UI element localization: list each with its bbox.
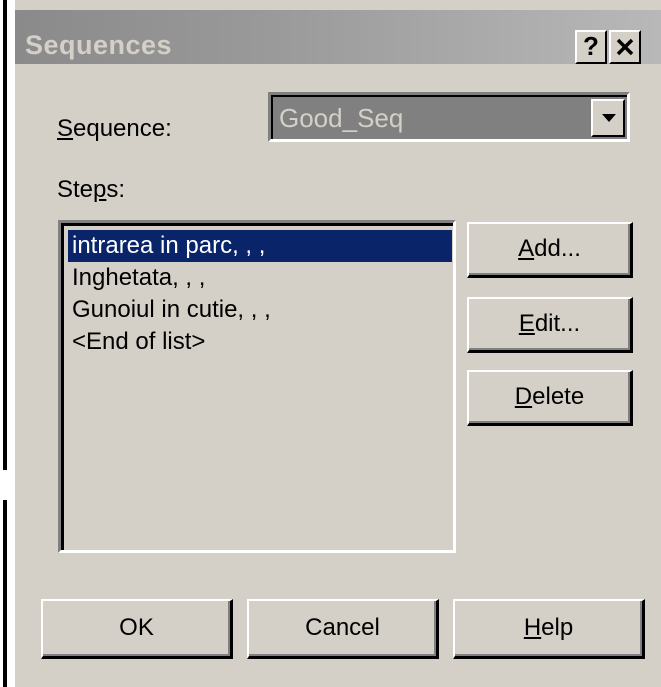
help-button[interactable]: Help [453, 599, 645, 659]
close-icon [616, 38, 634, 56]
add-button[interactable]: Add... [467, 222, 633, 278]
background-window-edge [0, 0, 13, 687]
sequence-dropdown-value: Good_Seq [279, 103, 404, 133]
background-window-border [3, 0, 7, 687]
list-item[interactable]: intrarea in parc, , , [68, 230, 452, 262]
dropdown-arrow-button[interactable] [591, 99, 625, 137]
ok-button[interactable]: OK [41, 599, 233, 659]
window-title: Sequences [25, 30, 173, 60]
close-button[interactable] [609, 30, 641, 64]
background-window-gap [0, 470, 13, 500]
list-item[interactable]: Inghetata, , , [68, 262, 205, 294]
edit-button[interactable]: Edit... [467, 297, 633, 353]
help-question-button[interactable]: ? [575, 30, 607, 64]
sequences-dialog: Sequences ? Sequence: Good_Seq Steps: in… [13, 0, 661, 687]
title-bar[interactable]: Sequences ? [15, 10, 661, 64]
delete-button[interactable]: Delete [467, 370, 633, 426]
steps-label: Steps: [57, 176, 126, 203]
chevron-down-icon [602, 114, 616, 122]
cancel-button[interactable]: Cancel [247, 599, 439, 659]
sequence-label: Sequence: [57, 115, 172, 142]
steps-listbox[interactable]: intrarea in parc, , , Inghetata, , , Gun… [58, 220, 456, 553]
list-item[interactable]: <End of list> [68, 326, 205, 358]
sequence-dropdown[interactable]: Good_Seq [268, 92, 630, 142]
list-item[interactable]: Gunoiul in cutie, , , [68, 294, 271, 326]
